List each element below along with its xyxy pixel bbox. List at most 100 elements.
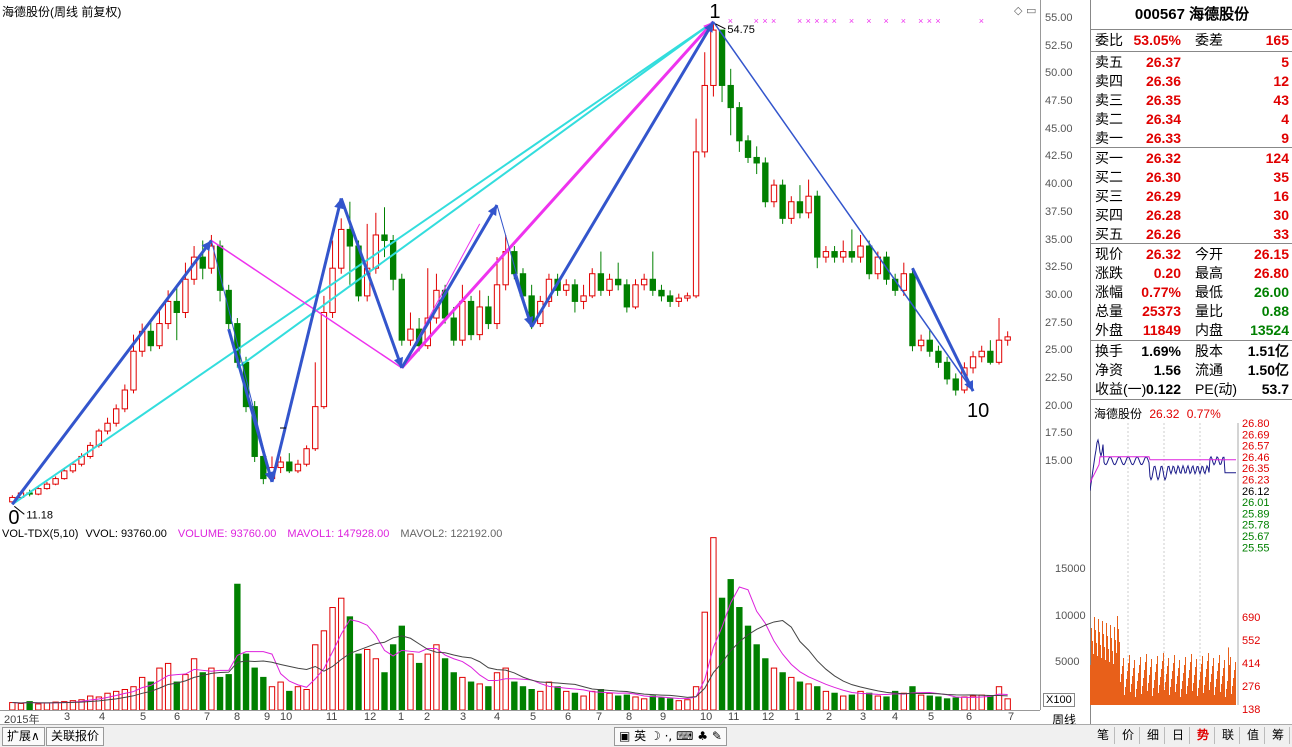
punct-icon[interactable]: ·, [665,729,673,743]
stat-row-value: 0.88 [1261,303,1289,319]
candle [43,483,51,490]
right-tab[interactable]: 笔 [1092,727,1115,744]
time-axis-label: 7 [596,711,603,723]
volume-bar [995,686,1003,711]
right-tab[interactable]: 联 [1217,727,1240,744]
candle [338,228,345,269]
ime-logo-icon[interactable]: ▣ [619,729,630,743]
ask-row-label: 卖五 [1095,54,1123,70]
volume-svg[interactable] [0,525,1040,711]
intraday-volume-bar [1107,636,1108,705]
intraday-volume-tick: 414 [1242,658,1260,670]
candle [61,470,68,480]
volume-bar [303,689,310,711]
ask-row[interactable]: 卖二 26.34 4 [1091,110,1292,129]
moon-icon[interactable]: ☽ [650,729,661,743]
volume-bar [104,692,111,711]
intraday-volume-bar [1222,676,1223,705]
intraday-svg[interactable]: 26.8026.6926.5726.4626.3526.2326.1226.01… [1089,405,1292,717]
intraday-volume-bar [1130,692,1131,705]
candle [736,107,743,142]
volume-bar [623,694,631,711]
wave-arrow [11,239,213,506]
expand-button[interactable]: 扩展∧ [2,727,45,746]
volume-bar [528,689,535,711]
volume-bar [242,653,250,711]
chart-option-icons[interactable]: ◇ ▭ [1014,4,1036,17]
volume-bar [87,695,94,711]
stat-row-label: 外盘 [1095,322,1123,338]
bottom-bar: 扩展∧ 关联报价 ▣ 英 ☽ ·, ⌨ ♣ ✎ 笔价细日势联值筹 [0,724,1292,747]
ime-toolbar[interactable]: ▣ 英 ☽ ·, ⌨ ♣ ✎ [614,727,727,746]
ask-row[interactable]: 卖四 26.36 12 [1091,72,1292,91]
candle [312,406,319,450]
related-quote-button[interactable]: 关联报价 [46,727,105,746]
candle [485,306,492,325]
bid-row[interactable]: 买五 26.26 33 [1091,225,1292,244]
volume-bar [415,662,423,711]
ask-row[interactable]: 卖一 26.33 9 [1091,129,1292,148]
fund-row-label: 收益(一) [1095,381,1147,397]
volume-bar [9,702,16,711]
bid-row[interactable]: 买二 26.30 35 [1091,168,1292,187]
candle [199,256,206,269]
kline-svg[interactable]: × × × × × × × × × × × × × × × × ×54.7511.180110 [0,0,1040,529]
fund-row: 收益(一) 0.122 PE(动) 53.7 [1091,380,1292,399]
high-marker-label: 54.75 [727,24,755,36]
intraday-price-tick: 26.35 [1242,463,1270,475]
intraday-volume-bar [1146,654,1147,705]
skin-icon[interactable]: ♣ [697,729,708,743]
bid-row-volume: 16 [1273,188,1289,204]
right-tab[interactable]: 筹 [1267,727,1290,744]
candle [675,297,682,302]
intraday-volume-bar [1230,657,1231,705]
volume-bar [398,625,405,711]
settings-icon[interactable]: ✎ [712,729,722,743]
candle [995,339,1003,363]
intraday-volume-bar [1174,655,1175,705]
time-axis-label: 1 [398,711,405,723]
right-tab[interactable]: 势 [1192,727,1215,744]
bid-row-label: 买三 [1095,188,1123,204]
stat-row: 总量 25373 量比 0.88 [1091,302,1292,321]
right-tab[interactable]: 值 [1242,727,1265,744]
intraday-volume-bar [1155,672,1156,705]
volume-bar [225,674,232,711]
ime-mode-icon[interactable]: 英 [634,729,646,743]
kline-chart[interactable]: × × × × × × × × × × × × × × × × × 54.75 11.18 0 1 10 海德股份(周线 … [0,0,1040,529]
intraday-chart[interactable]: 海德股份 26.32 0.77% 26.80 26.69 26.57 26.46 26.… [1089,405,1292,717]
volume-chart[interactable]: VOL-TDX(5,10) VVOL: 93760.00 VOLUME: 937… [0,525,1040,711]
bid-row[interactable]: 买三 26.29 16 [1091,187,1292,206]
right-tab[interactable]: 细 [1142,727,1165,744]
price-axis-label: 37.50 [1045,205,1073,218]
wave-line [712,21,974,392]
bid-row-volume: 124 [1265,150,1289,166]
ask-row[interactable]: 卖三 26.35 43 [1091,91,1292,110]
right-tab[interactable]: 价 [1117,727,1140,744]
candle [35,488,42,495]
price-axis: 55.00 52.50 50.00 47.50 45.00 42.50 40.00 37.50… [1040,0,1091,525]
bid-row-price: 26.28 [1145,207,1181,223]
bid-row[interactable]: 买四 26.28 30 [1091,206,1292,225]
volume-bar [779,672,786,711]
intraday-volume-bar [1226,689,1227,705]
intraday-volume-bar [1090,665,1091,705]
keyboard-icon[interactable]: ⌨ [676,729,693,743]
stat-row-label: 总量 [1095,303,1123,319]
volume-bar [666,698,674,711]
volume-bar [571,692,579,711]
fund-row: 换手 1.69% 股本 1.51亿 [1091,342,1292,361]
signal-marker: × [771,16,776,26]
right-tab[interactable]: 日 [1167,727,1190,744]
intraday-volume-bar [1127,671,1128,705]
stat-row-value: 13524 [1250,322,1289,338]
bid-row-price: 26.26 [1145,226,1181,242]
bid-row[interactable]: 买一 26.32 124 [1091,149,1292,168]
candle [130,350,137,391]
time-axis-label: 3 [460,711,467,723]
intraday-volume-bar [1170,687,1171,705]
ask-row-volume: 4 [1281,111,1289,127]
ask-row[interactable]: 卖五 26.37 5 [1091,53,1292,72]
intraday-volume-bar [1131,684,1132,705]
volume-bar [346,616,354,711]
